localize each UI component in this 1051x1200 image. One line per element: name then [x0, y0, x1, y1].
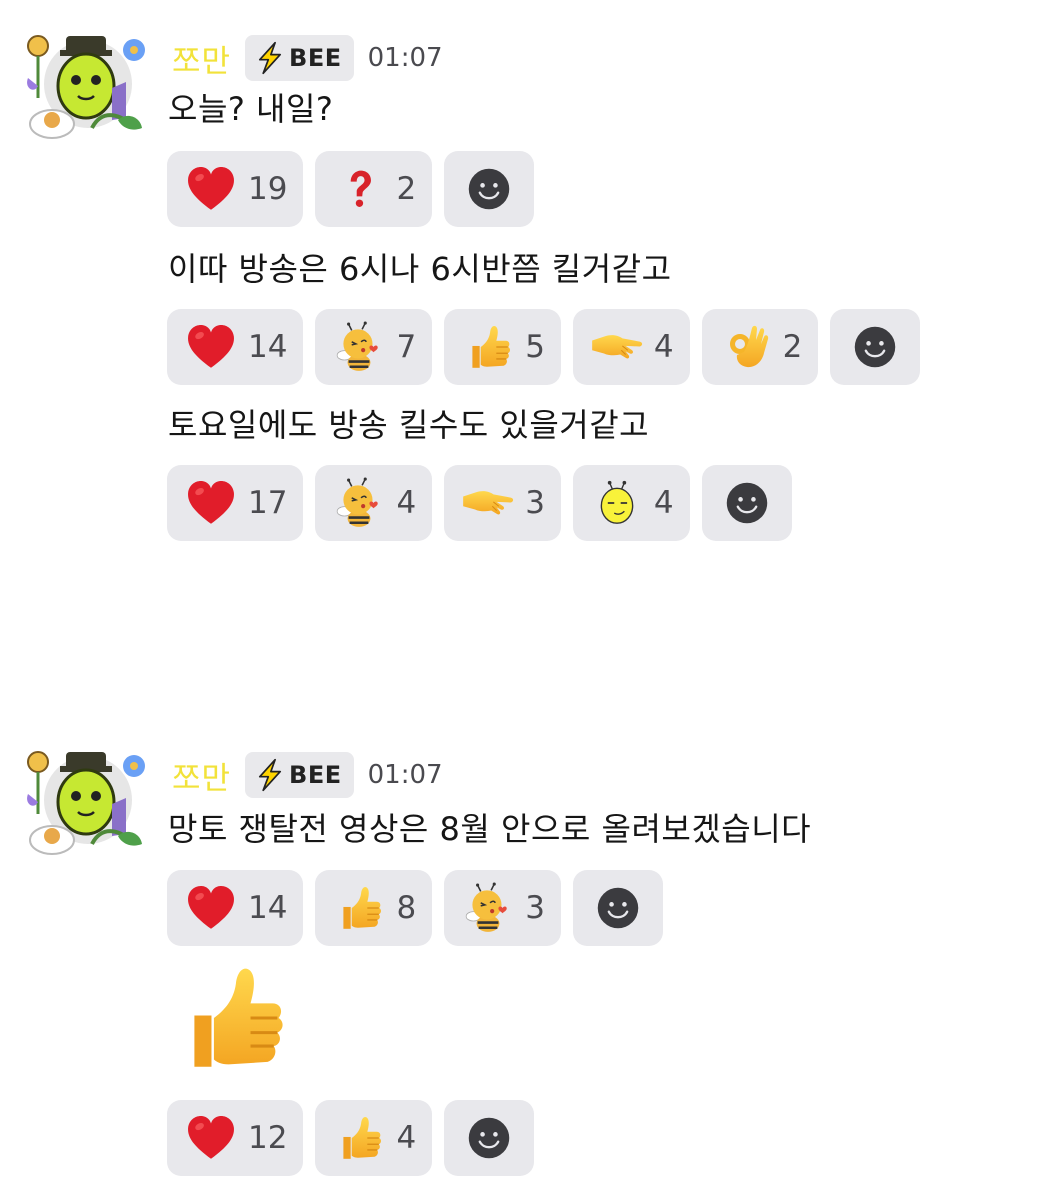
avatar-image: [22, 744, 148, 860]
bee-kiss-icon: [333, 321, 385, 373]
reaction-count: 4: [396, 485, 417, 521]
reaction-chip[interactable]: 2: [315, 151, 433, 227]
username[interactable]: 쪼만: [172, 753, 231, 798]
add-reaction-button[interactable]: [444, 151, 535, 227]
reaction-bar: 14 8 3: [167, 870, 663, 946]
add-reaction-smiley-icon: [466, 1115, 512, 1161]
reaction-bar: 14 7 5 4 2: [167, 309, 921, 385]
reaction-chip[interactable]: 17: [167, 465, 304, 541]
message-text: 망토 쟁탈전 영상은 8월 안으로 올려보겠습니다: [168, 810, 812, 848]
reaction-count: 8: [396, 890, 417, 926]
add-reaction-smiley-icon: [466, 166, 512, 212]
bee-kiss-icon: [333, 477, 385, 529]
reaction-chip[interactable]: 12: [167, 1100, 304, 1176]
question-icon: [336, 166, 382, 212]
message-header: 쪼만 BEE 01:07: [172, 751, 443, 799]
timestamp: 01:07: [367, 43, 443, 73]
heart-icon: [185, 1112, 237, 1164]
heart-icon: [185, 163, 237, 215]
add-reaction-button[interactable]: [444, 1100, 535, 1176]
thumbs-up-icon: [333, 1112, 385, 1164]
username[interactable]: 쪼만: [172, 36, 231, 81]
reaction-count: 17: [248, 485, 288, 521]
reaction-count: 3: [525, 485, 545, 521]
timestamp: 01:07: [367, 760, 443, 790]
ok-hand-icon: [721, 322, 771, 372]
bee-smirk-icon: [594, 480, 640, 526]
reaction-count: 4: [653, 485, 674, 521]
message-text: 오늘? 내일?: [168, 90, 334, 128]
reaction-count: 2: [396, 171, 417, 207]
reaction-chip[interactable]: 4: [315, 1100, 433, 1176]
thumbs-up-icon: [333, 882, 385, 934]
thumbs-up-icon: [462, 321, 514, 373]
reaction-chip[interactable]: 19: [167, 151, 304, 227]
reaction-chip[interactable]: 14: [167, 870, 304, 946]
avatar-image: [22, 28, 148, 144]
heart-icon: [185, 477, 237, 529]
lightning-icon: [253, 41, 287, 75]
reaction-count: 3: [525, 890, 545, 926]
reaction-count: 14: [248, 329, 288, 365]
avatar[interactable]: [22, 28, 148, 144]
add-reaction-smiley-icon: [852, 324, 898, 370]
role-badge[interactable]: BEE: [245, 35, 354, 81]
reaction-chip[interactable]: 8: [315, 870, 433, 946]
thumbs-up-icon: [170, 955, 292, 1081]
bee-kiss-icon: [462, 882, 514, 934]
reaction-bar: 12 4: [167, 1100, 535, 1176]
message-header: 쪼만 BEE 01:07: [172, 34, 443, 82]
reaction-count: 19: [248, 171, 288, 207]
reaction-chip[interactable]: 7: [315, 309, 433, 385]
pointing-hand-icon: [590, 320, 644, 374]
message-text: 토요일에도 방송 킬수도 있을거같고: [168, 406, 650, 444]
reaction-count: 14: [248, 890, 288, 926]
role-badge-label: BEE: [289, 761, 342, 789]
add-reaction-button[interactable]: [572, 870, 663, 946]
avatar[interactable]: [22, 744, 148, 860]
reaction-chip[interactable]: 5: [444, 309, 561, 385]
reaction-bar: 17 4 3 4: [167, 465, 792, 541]
reaction-count: 12: [248, 1120, 288, 1156]
add-reaction-button[interactable]: [701, 465, 792, 541]
reaction-chip[interactable]: 14: [167, 309, 304, 385]
reaction-count: 7: [396, 329, 417, 365]
reaction-count: 2: [782, 329, 803, 365]
reaction-count: 4: [396, 1120, 417, 1156]
reaction-count: 4: [653, 329, 674, 365]
reaction-chip[interactable]: 3: [444, 465, 561, 541]
add-reaction-smiley-icon: [724, 480, 770, 526]
add-reaction-smiley-icon: [595, 885, 641, 931]
pointing-hand-icon: [461, 476, 515, 530]
heart-icon: [185, 321, 237, 373]
reaction-count: 5: [525, 329, 545, 365]
add-reaction-button[interactable]: [830, 309, 921, 385]
reaction-chip[interactable]: 4: [572, 465, 690, 541]
big-emoji-message: [170, 955, 292, 1081]
reaction-chip[interactable]: 4: [572, 309, 690, 385]
message-text: 이따 방송은 6시나 6시반쯤 킬거같고: [168, 250, 672, 288]
reaction-chip[interactable]: 2: [701, 309, 819, 385]
reaction-bar: 19 2: [167, 151, 535, 227]
reaction-chip[interactable]: 4: [315, 465, 433, 541]
role-badge-label: BEE: [289, 44, 342, 72]
reaction-chip[interactable]: 3: [444, 870, 561, 946]
heart-icon: [185, 882, 237, 934]
role-badge[interactable]: BEE: [245, 752, 354, 798]
lightning-icon: [253, 758, 287, 792]
